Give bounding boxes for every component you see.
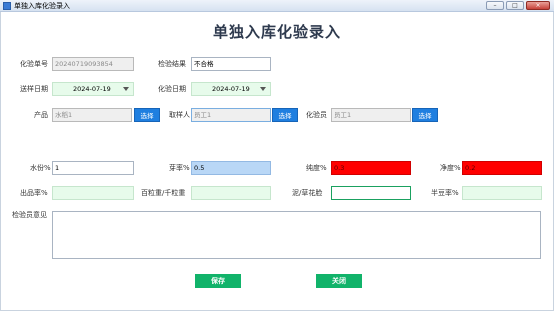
- opinion-label: 检验员意见: [12, 211, 47, 219]
- cleanliness-field[interactable]: 0.2: [462, 161, 542, 175]
- send-date-label: 送样日期: [20, 85, 48, 93]
- half-bean-label: 半豆率%: [431, 189, 459, 197]
- purity-field[interactable]: 0.3: [331, 161, 411, 175]
- select-sampler-button[interactable]: 选择: [272, 108, 298, 122]
- tester-field[interactable]: 员工1: [331, 108, 411, 122]
- opinion-textarea[interactable]: [52, 211, 541, 259]
- page-title: 单独入库化验录入: [212, 23, 341, 41]
- save-button[interactable]: 保存: [195, 274, 241, 288]
- app-icon: [3, 2, 11, 10]
- close-window-button[interactable]: ×: [526, 1, 550, 10]
- test-date-label: 化验日期: [158, 85, 186, 93]
- close-button[interactable]: 关闭: [316, 274, 362, 288]
- window-titlebar: 单独入库化验录入 – □ ×: [0, 0, 554, 12]
- sampler-field[interactable]: 员工1: [191, 108, 271, 122]
- select-tester-button[interactable]: 选择: [412, 108, 438, 122]
- tester-label: 化验员: [306, 111, 327, 119]
- chevron-down-icon: [123, 87, 129, 91]
- moisture-label: 水份%: [30, 164, 51, 172]
- bud-rate-label: 芽率%: [169, 164, 190, 172]
- mud-ratio-label: 泥/草花脸: [292, 189, 323, 197]
- chevron-down-icon: [260, 87, 266, 91]
- maximize-button[interactable]: □: [506, 1, 524, 10]
- send-date-picker[interactable]: 2024-07-19: [52, 82, 134, 96]
- test-date-value: 2024-07-19: [212, 85, 250, 93]
- cleanliness-label: 净度%: [440, 164, 461, 172]
- bud-rate-field[interactable]: 0.5: [191, 161, 271, 175]
- test-date-picker[interactable]: 2024-07-19: [191, 82, 271, 96]
- window-title: 单独入库化验录入: [14, 2, 70, 10]
- select-product-button[interactable]: 选择: [134, 108, 160, 122]
- test-no-field[interactable]: 20240719093854: [52, 57, 134, 71]
- yield-rate-label: 出品率%: [20, 189, 48, 197]
- half-bean-field[interactable]: [462, 186, 542, 200]
- send-date-value: 2024-07-19: [73, 85, 111, 93]
- minimize-button[interactable]: –: [486, 1, 504, 10]
- result-field[interactable]: 不合格: [191, 57, 271, 71]
- mud-ratio-field[interactable]: [331, 186, 411, 200]
- result-label: 检验结果: [158, 60, 186, 68]
- sampler-label: 取样人: [169, 111, 190, 119]
- grain-weight-field[interactable]: [191, 186, 271, 200]
- product-field[interactable]: 水稻1: [52, 108, 132, 122]
- test-no-label: 化验单号: [20, 60, 48, 68]
- grain-weight-label: 百粒重/千粒重: [141, 189, 186, 197]
- product-label: 产品: [34, 111, 48, 119]
- purity-label: 纯度%: [306, 164, 327, 172]
- moisture-field[interactable]: 1: [52, 161, 134, 175]
- yield-rate-field[interactable]: [52, 186, 134, 200]
